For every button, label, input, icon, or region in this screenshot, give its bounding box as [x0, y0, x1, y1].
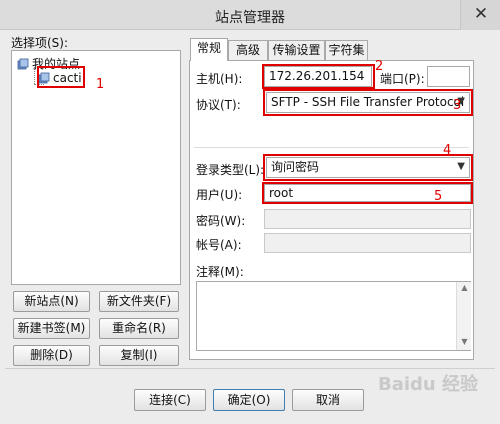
annotation-number-4: 4 [443, 143, 452, 158]
copy-button[interactable]: 复制(I) [99, 345, 179, 366]
protocol-label: 协议(T): [196, 98, 241, 112]
comments-textarea[interactable] [196, 281, 471, 351]
password-input[interactable] [264, 209, 471, 229]
ok-button[interactable]: 确定(O) [213, 389, 285, 411]
scroll-down-icon[interactable]: ▼ [457, 337, 472, 346]
tab-advanced[interactable]: 高级 [228, 40, 268, 60]
tab-charset[interactable]: 字符集 [325, 40, 368, 60]
port-input[interactable] [427, 66, 470, 87]
cancel-button[interactable]: 取消 [292, 389, 364, 411]
new-folder-button[interactable]: 新文件夹(F) [99, 291, 179, 312]
tab-transfer-settings[interactable]: 传输设置 [268, 40, 325, 60]
host-label: 主机(H): [196, 72, 243, 86]
annotation-box-3 [263, 89, 473, 116]
close-button[interactable]: ✕ [460, 0, 500, 30]
watermark: Baidu 经验 [378, 374, 479, 395]
window-title: 站点管理器 [215, 10, 285, 26]
connect-button[interactable]: 连接(C) [134, 389, 206, 411]
password-label: 密码(W): [196, 214, 246, 228]
logon-type-label: 登录类型(L): [196, 163, 265, 177]
annotation-box-1 [37, 66, 85, 88]
footer-divider [5, 368, 495, 369]
site-folder-icon [17, 58, 29, 70]
annotation-number-5: 5 [434, 189, 443, 204]
annotation-number-3: 3 [453, 98, 462, 113]
close-icon: ✕ [473, 4, 489, 24]
annotation-box-4 [263, 154, 473, 181]
new-site-button[interactable]: 新站点(N) [13, 291, 90, 312]
comments-label: 注释(M): [196, 265, 244, 279]
port-label: 端口(P): [380, 72, 425, 86]
annotation-number-1: 1 [96, 77, 105, 92]
delete-button[interactable]: 删除(D) [13, 345, 90, 366]
comments-scrollbar[interactable]: ▲ ▼ [456, 282, 471, 350]
select-entry-label: 选择项(S): [11, 36, 69, 50]
scroll-up-icon[interactable]: ▲ [457, 283, 472, 292]
account-input[interactable] [264, 233, 471, 253]
annotation-box-2 [262, 64, 375, 89]
rename-button[interactable]: 重命名(R) [99, 318, 179, 339]
section-divider [194, 147, 469, 148]
new-bookmark-button[interactable]: 新建书签(M) [13, 318, 90, 339]
tab-general[interactable]: 常规 [190, 38, 228, 61]
user-label: 用户(U): [196, 188, 243, 202]
account-label: 帐号(A): [196, 238, 242, 252]
